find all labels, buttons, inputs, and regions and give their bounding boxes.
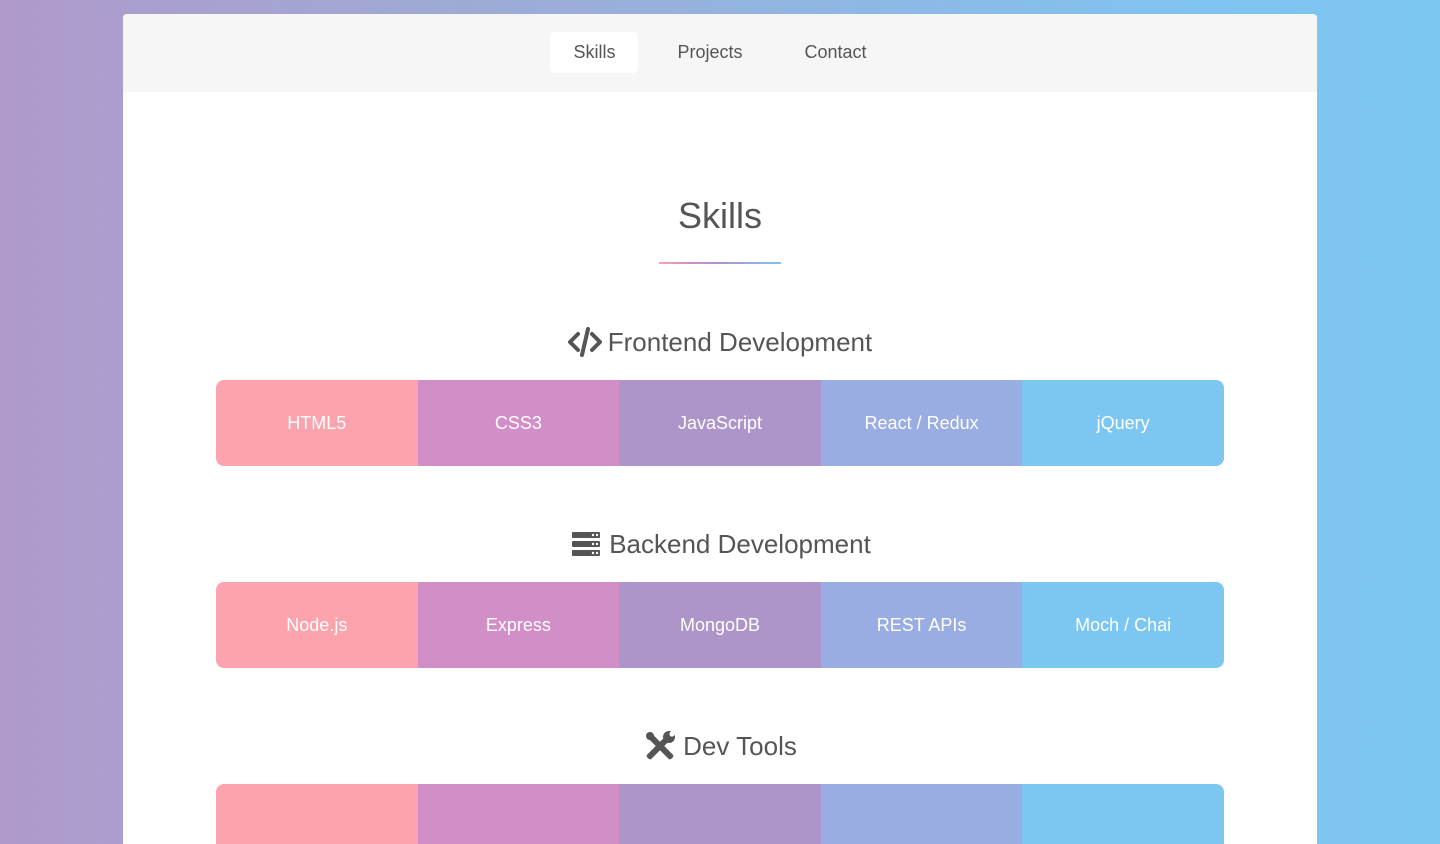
skill-tile — [619, 784, 821, 844]
section-title: Frontend Development — [607, 326, 873, 357]
section-title: Dev Tools — [683, 730, 797, 761]
tools-icon — [643, 731, 677, 761]
tab-contact[interactable]: Contact — [782, 32, 890, 73]
code-icon — [567, 327, 602, 357]
skill-tile: Moch / Chai — [1022, 582, 1224, 668]
frontend-skills-row: HTML5 CSS3 JavaScript React / Redux jQue… — [216, 380, 1224, 466]
frontend-heading: Frontend Development — [123, 324, 1317, 360]
skill-tile: MongoDB — [619, 582, 821, 668]
tab-projects[interactable]: Projects — [654, 32, 765, 73]
skill-tile: React / Redux — [820, 380, 1023, 466]
skill-tile — [417, 784, 620, 844]
devtools-heading: Dev Tools — [123, 728, 1317, 764]
skill-tile: Express — [417, 582, 620, 668]
backend-skills-row: Node.js Express MongoDB REST APIs Moch /… — [216, 582, 1224, 668]
skills-section: Skills Frontend Development HTML5 CSS3 J… — [123, 194, 1317, 844]
skill-tile: Node.js — [216, 582, 418, 668]
content-card: Skills Projects Contact Skills Frontend … — [123, 14, 1317, 844]
skill-tile: CSS3 — [417, 380, 620, 466]
skill-tile: REST APIs — [820, 582, 1023, 668]
nav-tabs: Skills Projects Contact — [550, 32, 889, 73]
server-icon — [569, 529, 603, 559]
skill-tile — [1022, 784, 1224, 844]
skill-tile — [820, 784, 1023, 844]
skill-tile: jQuery — [1022, 380, 1224, 466]
devtools-skills-row — [216, 784, 1224, 844]
backend-heading: Backend Development — [123, 526, 1317, 562]
tab-skills[interactable]: Skills — [550, 32, 639, 73]
skill-tile — [216, 784, 418, 844]
section-title: Backend Development — [609, 528, 871, 559]
page-title: Skills — [677, 195, 762, 236]
navbar: Skills Projects Contact — [123, 14, 1317, 92]
title-underline — [659, 262, 781, 264]
skill-tile: JavaScript — [619, 380, 821, 466]
skill-tile: HTML5 — [216, 380, 418, 466]
